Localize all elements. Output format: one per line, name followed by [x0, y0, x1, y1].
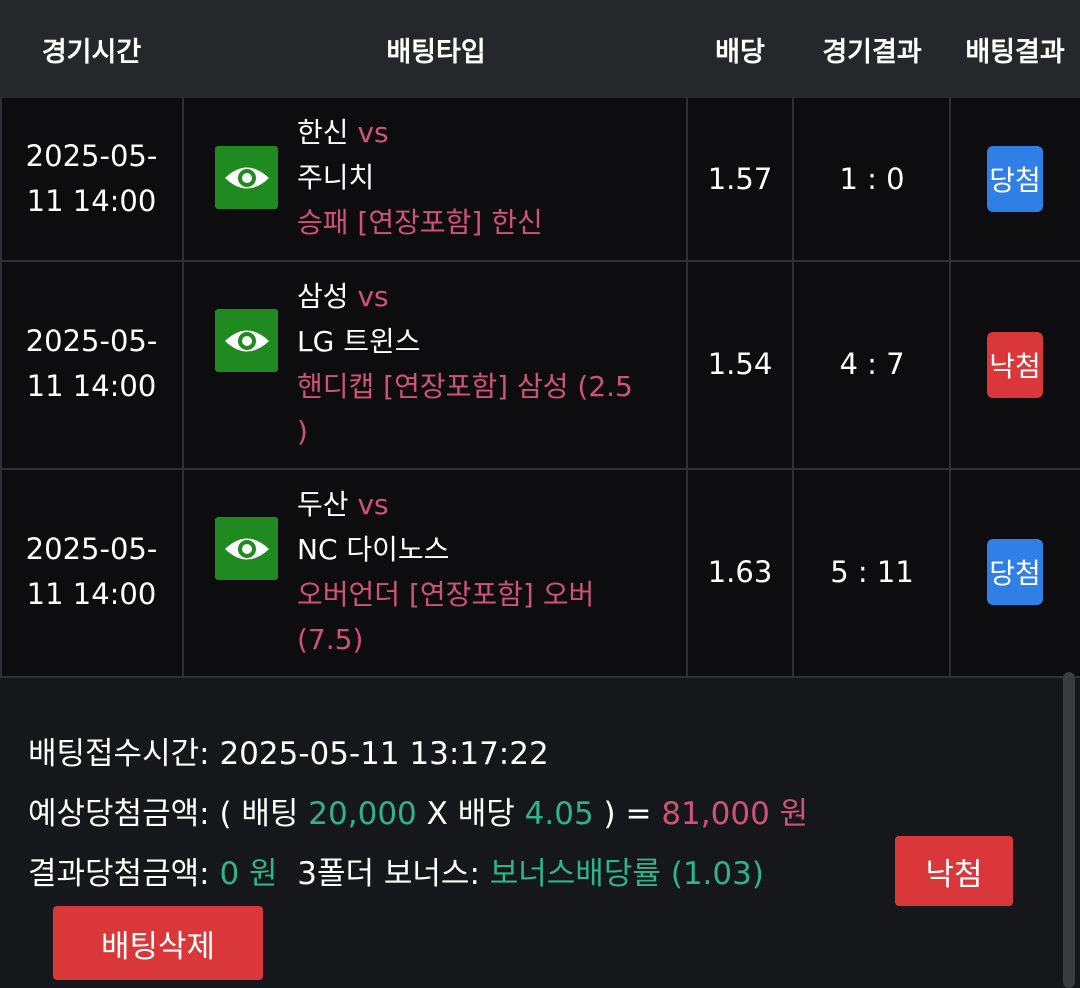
match-time: 2025-05- 11 14:00 [0, 470, 183, 674]
match-hour: 11 14:00 [26, 184, 157, 218]
bet-type-label: 오버언더 [연장포함] 오버 [297, 578, 595, 611]
eye-icon [224, 330, 269, 351]
total-odds: 4.05 [524, 796, 594, 832]
table-row: 2025-05- 11 14:00 한신 vs 주니치 승패 [연장포함] 한신 … [0, 98, 1080, 260]
eye-icon [224, 167, 269, 188]
view-detail-button[interactable] [215, 309, 278, 372]
expected-amount: 81,000 원 [661, 796, 809, 832]
vs-label: vs [357, 280, 389, 313]
match-info: 두산 vs NC 다이노스 오버언더 [연장포함] 오버 (7.5) [297, 482, 667, 662]
match-info: 한신 vs 주니치 승패 [연장포함] 한신 [297, 110, 667, 245]
received-time-line: 배팅접수시간: 2025-05-11 13:17:22 [28, 728, 549, 773]
header-bet-type: 배팅타입 [386, 36, 486, 68]
result-win-line: 결과당첨금액: 0 원 3폴더 보너스: 보너스배당률 (1.03) [28, 848, 764, 893]
game-score: 5 : 11 [830, 555, 914, 589]
result-badge: 당첨 [987, 539, 1043, 605]
result-badge: 당첨 [987, 146, 1043, 212]
vs-label: vs [357, 116, 389, 149]
header-odds: 배당 [715, 36, 765, 68]
vs-label: vs [357, 488, 389, 521]
match-date: 2025-05- [25, 139, 158, 173]
header-game-result: 경기결과 [822, 36, 922, 68]
home-team: 삼성 [297, 280, 349, 313]
home-team: 두산 [297, 488, 349, 521]
match-time: 2025-05- 11 14:00 [0, 262, 183, 466]
result-win-amount: 0 원 [219, 856, 278, 892]
away-team: NC 다이노스 [297, 533, 450, 566]
match-time: 2025-05- 11 14:00 [0, 98, 183, 260]
odds-value: 1.54 [707, 347, 773, 381]
expected-open: ( 배팅 [219, 796, 299, 832]
match-date: 2025-05- [25, 324, 158, 358]
game-score: 4 : 7 [839, 347, 905, 381]
table-row: 2025-05- 11 14:00 삼성 vs LG 트윈스 핸디캡 [연장포함]… [0, 262, 1080, 468]
eye-icon [224, 538, 269, 559]
view-detail-button[interactable] [215, 517, 278, 580]
expected-win-label: 예상당첨금액: [28, 796, 210, 832]
odds-value: 1.57 [707, 162, 773, 196]
result-win-label: 결과당첨금액: [28, 856, 210, 892]
match-date: 2025-05- [25, 532, 158, 566]
match-hour: 11 14:00 [26, 369, 157, 403]
bet-type-label-cont: (7.5) [297, 623, 364, 656]
home-team: 한신 [297, 116, 349, 149]
stake-amount: 20,000 [308, 796, 417, 832]
expected-win-line: 예상당첨금액: ( 배팅 20,000 X 배당 4.05 ) = 81,000… [28, 788, 808, 833]
table-header: 경기시간 배팅타입 배당 경기결과 배팅결과 [0, 0, 1080, 98]
received-time-value: 2025-05-11 13:17:22 [219, 736, 549, 772]
bet-type-label-cont: ) [297, 415, 308, 448]
match-hour: 11 14:00 [26, 577, 157, 611]
header-time: 경기시간 [41, 36, 142, 68]
bet-history-page: 경기시간 배팅타입 배당 경기결과 배팅결과 2025-05- 11 14:00 … [0, 0, 1080, 988]
game-score: 1 : 0 [839, 162, 905, 196]
bonus-value: 보너스배당률 (1.03) [489, 856, 764, 892]
result-badge: 낙첨 [987, 332, 1043, 398]
bet-type-label: 승패 [연장포함] 한신 [297, 206, 543, 239]
bet-status-button[interactable]: 낙첨 [895, 836, 1013, 906]
scrollbar[interactable] [1063, 672, 1075, 988]
received-time-label: 배팅접수시간: [28, 736, 210, 772]
expected-close: ) = [603, 796, 652, 832]
delete-bet-button[interactable]: 배팅삭제 [53, 906, 263, 980]
expected-multiply: X 배당 [426, 796, 515, 832]
away-team: LG 트윈스 [297, 325, 421, 358]
table-row: 2025-05- 11 14:00 두산 vs NC 다이노스 오버언더 [연장포… [0, 470, 1080, 676]
header-bet-result: 배팅결과 [965, 36, 1065, 68]
view-detail-button[interactable] [215, 146, 278, 209]
bet-type-label: 핸디캡 [연장포함] 삼성 (2.5 [297, 370, 633, 403]
match-info: 삼성 vs LG 트윈스 핸디캡 [연장포함] 삼성 (2.5 ) [297, 274, 667, 454]
bonus-label: 3폴더 보너스: [297, 856, 480, 892]
bet-summary: 배팅접수시간: 2025-05-11 13:17:22 예상당첨금액: ( 배팅… [0, 678, 1080, 988]
odds-value: 1.63 [707, 555, 773, 589]
away-team: 주니치 [297, 161, 375, 194]
